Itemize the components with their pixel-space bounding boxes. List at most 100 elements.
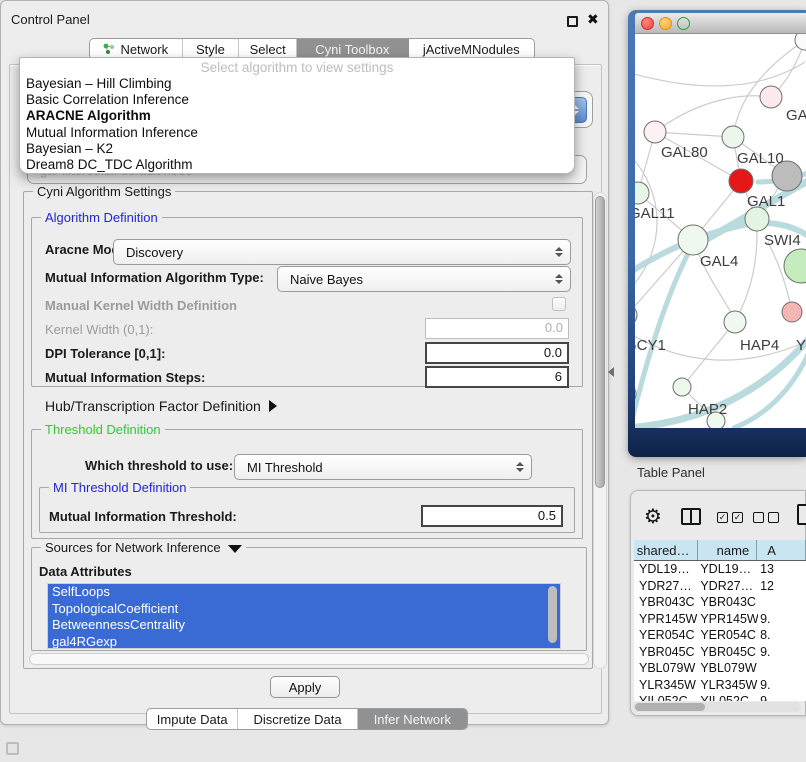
minimized-panel-icon[interactable] (6, 742, 19, 755)
tab-impute-data[interactable]: Impute Data (147, 709, 238, 729)
data-attributes-list: SelfLoopsTopologicalCoefficientBetweenne… (47, 583, 561, 649)
select-all-columns-icon[interactable]: ✓✓ (717, 512, 743, 523)
network-node-swi4[interactable] (745, 207, 769, 231)
table-cell: YDR27… (698, 579, 758, 593)
gear-icon[interactable]: ⚙ (644, 504, 662, 529)
network-node-hap4[interactable] (724, 311, 746, 333)
table-row[interactable]: YBL079WYBL079W (634, 660, 806, 677)
column-header[interactable]: A (757, 540, 806, 560)
dropdown-placeholder: Select algorithm to view settings (20, 59, 574, 76)
network-canvas[interactable]: GALGAL80GAL10GAL1GAL11SWI4GAL4GCY1HAP4YH… (635, 34, 806, 428)
table-body: YDL19…YDL19…13YDR27…YDR27…12YBR043CYBR04… (634, 561, 806, 701)
network-node-gal[interactable] (760, 86, 782, 108)
dpi-tolerance-field[interactable]: 0.0 (425, 342, 569, 364)
float-window-icon[interactable] (567, 16, 578, 27)
tab-discretize-data[interactable]: Discretize Data (238, 709, 357, 729)
threshold-definition-title: Threshold Definition (41, 422, 165, 437)
algorithm-option[interactable]: Basic Correlation Inference (20, 92, 574, 108)
sources-group-title[interactable]: Sources for Network Inference (41, 540, 246, 555)
algorithm-option[interactable]: Bayesian – K2 (20, 141, 574, 157)
table-row[interactable]: YLR345WYLR345W9. (634, 677, 806, 694)
kernel-width-field[interactable]: 0.0 (425, 318, 569, 339)
minimize-traffic-light-icon[interactable] (659, 17, 672, 30)
table-hscrollbar-thumb[interactable] (635, 703, 705, 711)
collapsed-arrow-icon (269, 400, 277, 412)
node-label: HAP4 (740, 337, 779, 354)
attribute-item[interactable]: SelfLoops (48, 584, 560, 601)
network-node-y[interactable] (782, 302, 802, 322)
unselect-all-columns-icon[interactable] (753, 512, 779, 523)
network-view-window: GALGAL80GAL10GAL1GAL11SWI4GAL4GCY1HAP4YH… (628, 10, 806, 457)
network-node-gcy1[interactable] (635, 305, 637, 325)
table-row[interactable]: YBR045CYBR045C9. (634, 644, 806, 661)
close-icon[interactable]: ✖ (587, 11, 599, 28)
mi-threshold-field[interactable]: 0.5 (421, 505, 563, 527)
which-threshold-combobox[interactable]: MI Threshold (234, 454, 532, 480)
tab-select[interactable]: Select (239, 39, 297, 59)
screen: Control Panel ✖ NetworkStyleSelectCyni T… (0, 0, 806, 762)
algorithm-option[interactable]: Mutual Information Inference (20, 125, 574, 141)
table-cell: YDL19… (698, 562, 758, 576)
table-cell: YBL079W (698, 661, 758, 675)
table-cell: YBR043C (634, 595, 698, 609)
table-cell: YDL19… (634, 562, 698, 576)
network-node-gal80[interactable] (644, 121, 666, 143)
table-cell: 9. (758, 678, 806, 692)
aracne-mode-combobox[interactable]: Discovery (113, 239, 571, 265)
network-node-gal4[interactable] (678, 225, 708, 255)
column-header[interactable]: name (698, 540, 758, 560)
network-node[interactable] (795, 34, 806, 50)
algorithm-dropdown: Select algorithm to view settings Bayesi… (19, 57, 575, 174)
mi-steps-field[interactable]: 6 (425, 366, 569, 388)
manual-kernel-checkbox[interactable] (552, 297, 566, 311)
tab-network[interactable]: Network (90, 39, 183, 59)
table-row[interactable]: YPR145WYPR145W9. (634, 611, 806, 628)
kernel-width-label: Kernel Width (0,1): (45, 322, 153, 337)
settings-horizontal-scrollbar[interactable] (29, 653, 589, 665)
apply-button[interactable]: Apply (270, 676, 340, 698)
hub-section-toggle[interactable]: Hub/Transcription Factor Definition (45, 398, 277, 414)
mi-type-combobox[interactable]: Naive Bayes (277, 266, 571, 292)
network-node-gal1[interactable] (729, 169, 753, 193)
zoom-traffic-light-icon[interactable] (677, 17, 690, 30)
node-label: GAL80 (661, 144, 708, 161)
algorithm-option[interactable]: ARACNE Algorithm (20, 108, 574, 124)
attribute-item[interactable]: BetweennessCentrality (48, 617, 560, 634)
tab-label: jActiveMNodules (423, 42, 520, 57)
table-row[interactable]: YIL052CYIL052C9. (634, 693, 806, 701)
table-row[interactable]: YBR043CYBR043C (634, 594, 806, 611)
manual-kernel-label: Manual Kernel Width Definition (45, 298, 237, 313)
tab-infer-network[interactable]: Infer Network (358, 709, 467, 729)
bottom-tab-bar: Impute DataDiscretize DataInfer Network (146, 708, 468, 730)
algorithm-option[interactable]: Bayesian – Hill Climbing (20, 76, 574, 92)
algorithm-option[interactable]: Dream8 DC_TDC Algorithm (20, 157, 574, 173)
table-row[interactable]: YER054CYER054C8. (634, 627, 806, 644)
tab-jactivemnodules[interactable]: jActiveMNodules (409, 39, 534, 59)
tab-cyni-toolbox[interactable]: Cyni Toolbox (297, 39, 409, 59)
table-row[interactable]: YDL19…YDL19…13 (634, 561, 806, 578)
network-node-gal10[interactable] (722, 126, 744, 148)
network-node-hap2[interactable] (673, 378, 691, 396)
table-cell: 8. (758, 628, 806, 642)
tab-style[interactable]: Style (183, 39, 240, 59)
settings-scrollbar-thumb[interactable] (595, 196, 605, 488)
attributes-scrollbar-thumb[interactable] (548, 586, 557, 643)
panel-divider-handle[interactable] (608, 367, 614, 377)
table-cell: 9. (758, 694, 806, 701)
column-settings-icon[interactable] (681, 508, 701, 525)
table-cell: 9. (758, 645, 806, 659)
table-cell: YPR145W (698, 612, 758, 626)
column-header[interactable]: shared… (634, 540, 698, 560)
mi-threshold-definition-title: MI Threshold Definition (49, 480, 190, 495)
checked-box-icon: ✓ (732, 512, 743, 523)
attribute-item[interactable]: gal4RGexp (48, 634, 560, 650)
table-row[interactable]: YDR27…YDR27…12 (634, 578, 806, 595)
network-node[interactable] (784, 249, 806, 283)
network-window-titlebar[interactable] (635, 13, 806, 34)
attribute-item[interactable]: TopologicalCoefficient (48, 601, 560, 618)
node-label: GAL4 (700, 253, 738, 270)
node-label: GAL1 (747, 193, 785, 210)
close-traffic-light-icon[interactable] (641, 17, 654, 30)
document-icon[interactable] (797, 504, 806, 525)
which-threshold-value: MI Threshold (247, 460, 323, 475)
